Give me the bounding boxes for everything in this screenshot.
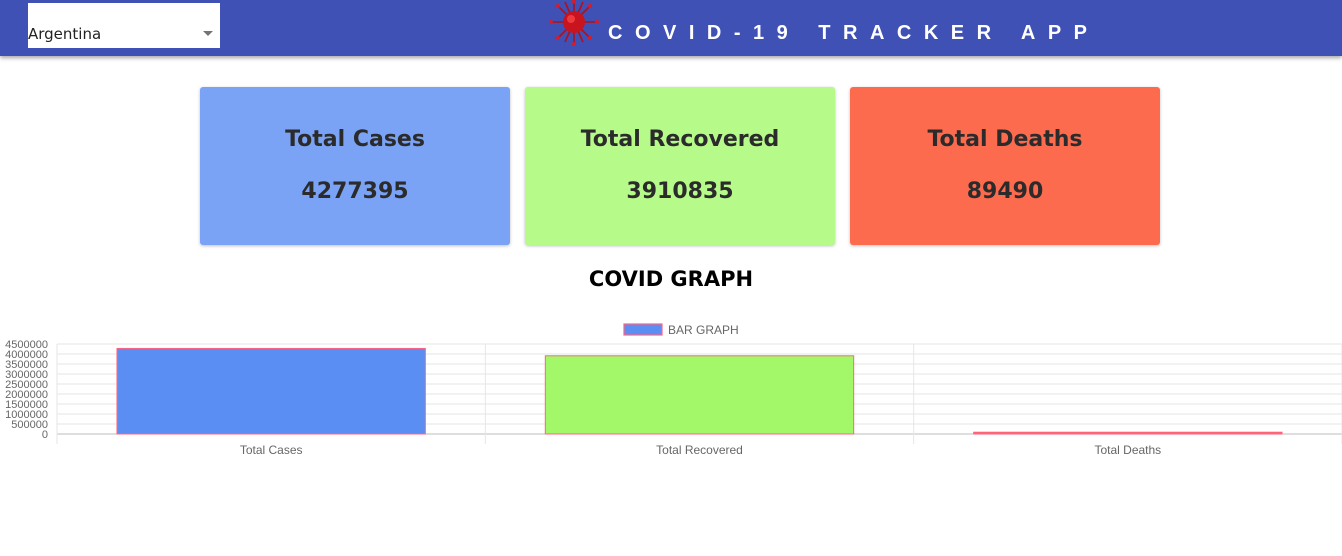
country-select[interactable]: Argentina (28, 3, 220, 48)
card-value: 4277395 (301, 179, 409, 204)
x-tick-label: Total Cases (240, 443, 303, 457)
total-deaths-card: Total Deaths 89490 (850, 87, 1160, 245)
chevron-down-icon[interactable] (203, 31, 213, 36)
card-title: Total Deaths (927, 127, 1083, 152)
virus-icon (549, 0, 599, 46)
card-value: 3910835 (626, 179, 734, 204)
y-tick-label: 0 (42, 429, 48, 441)
bar (544, 355, 855, 435)
bar (973, 431, 1283, 435)
card-title: Total Cases (285, 127, 425, 152)
card-title: Total Recovered (580, 127, 780, 152)
country-select-value: Argentina (28, 25, 102, 43)
x-tick-label: Total Deaths (1094, 443, 1161, 457)
card-value: 89490 (966, 179, 1044, 204)
app-title: COVID-19 TRACKER APP (608, 22, 1100, 44)
legend-swatch (623, 323, 663, 336)
app-bar: Argentina COVID-19 TRACKER APP (0, 0, 1342, 56)
bar (116, 347, 426, 435)
graph-heading: COVID GRAPH (588, 267, 754, 291)
total-recovered-card: Total Recovered 3910835 (525, 87, 835, 245)
legend-label: BAR GRAPH (668, 323, 739, 337)
bar-chart: 4500000400000035000003000000250000020000… (5, 323, 1342, 457)
x-tick-label: Total Recovered (656, 443, 743, 457)
total-cases-card: Total Cases 4277395 (200, 87, 510, 245)
